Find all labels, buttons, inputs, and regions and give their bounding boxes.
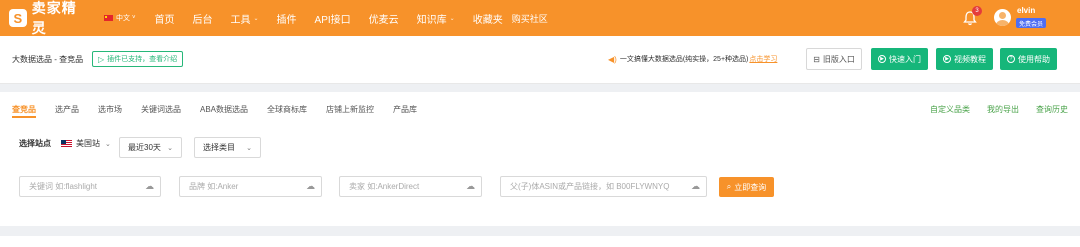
search-button-label: 立即查询: [734, 182, 767, 192]
china-flag-icon: [104, 15, 113, 21]
old-version-button[interactable]: ⊟ 旧版入口: [806, 48, 862, 70]
play-circle-icon: ▷: [98, 54, 105, 64]
search-icon: ⌕: [726, 182, 732, 191]
category-value: 选择类目: [203, 143, 235, 152]
chevron-down-icon: ⌄: [253, 15, 259, 22]
period-select[interactable]: 最近30天 ⌄: [119, 137, 182, 158]
search-panel: 查竞品 选产品 选市场 关键词选品 ABA数据选品 全球商标库 店铺上新监控 产…: [0, 92, 1080, 226]
nav-item-plugins[interactable]: 插件: [268, 11, 306, 26]
learn-link[interactable]: 点击学习: [749, 54, 777, 64]
play-icon: ▶: [943, 55, 951, 63]
plugin-support-link[interactable]: ▷ 插件已支持，查看介绍: [92, 51, 184, 67]
main-nav: 首页 后台 工具 ⌄ 插件 API接口 优麦云 知识库 ⌄ 收藏夹: [146, 11, 512, 26]
nav-item-youmaiyun[interactable]: 优麦云: [360, 11, 408, 26]
chevron-down-icon: ⌄: [105, 140, 111, 148]
tab-trademark-db[interactable]: 全球商标库: [267, 104, 307, 118]
tab-keyword-research[interactable]: 关键词选品: [141, 104, 181, 118]
seller-placeholder: 卖家 如:AnkerDirect: [349, 182, 420, 191]
speaker-icon: ◀): [608, 54, 617, 64]
plugin-support-label: 插件已支持，查看介绍: [107, 56, 178, 63]
play-icon: ▶: [878, 55, 886, 63]
breadcrumb: 大数据选品 - 查竞品: [12, 55, 84, 64]
nav-item-knowledge-base[interactable]: 知识库 ⌄: [408, 11, 464, 26]
results-panel: [0, 236, 1080, 247]
question-icon: ?: [1007, 55, 1015, 63]
query-history-link[interactable]: 查询历史: [1036, 104, 1068, 115]
tutorial-notice: ◀) 一文搞懂大数据选品(纯实操，25+种选品) 点击学习: [608, 54, 777, 64]
nav-item-favorites[interactable]: 收藏夹: [464, 11, 512, 26]
brand-input[interactable]: 品牌 如:Anker ☁: [179, 176, 322, 197]
asin-placeholder: 父(子)体ASIN或产品链接，如 B00FLYWNYQ: [510, 182, 670, 191]
brand-name: 卖家精灵: [31, 0, 77, 36]
filter-row: 选择站点: [19, 138, 51, 149]
chevron-down-icon: ˅: [132, 15, 136, 21]
logo-icon: S: [9, 9, 27, 27]
video-tutorial-label: 视频教程: [954, 54, 986, 64]
username[interactable]: elvin: [1017, 6, 1035, 15]
custom-category-link[interactable]: 自定义品类: [930, 104, 970, 115]
chevron-down-icon: ⌄: [449, 15, 455, 22]
cloud-upload-icon[interactable]: ☁: [691, 181, 701, 192]
help-button[interactable]: ? 使用帮助: [1000, 48, 1057, 70]
nav-item-home[interactable]: 首页: [146, 11, 184, 26]
cloud-upload-icon[interactable]: ☁: [306, 181, 316, 192]
us-flag-icon: [61, 140, 72, 147]
tab-aba-research[interactable]: ABA数据选品: [200, 104, 248, 118]
chevron-down-icon: ⌄: [167, 144, 173, 152]
membership-badge: 免费会员: [1016, 18, 1047, 28]
old-version-label: 旧版入口: [822, 54, 855, 64]
avatar[interactable]: [994, 9, 1011, 26]
buy-link[interactable]: 购买: [512, 12, 530, 25]
brand-placeholder: 品牌 如:Anker: [189, 182, 239, 191]
brand-logo[interactable]: S 卖家精灵: [9, 0, 91, 38]
language-switcher[interactable]: 中文 ˅: [104, 13, 136, 23]
language-label: 中文: [116, 15, 130, 22]
notification-count-badge: 3: [972, 6, 982, 16]
my-exports-link[interactable]: 我的导出: [987, 104, 1019, 115]
quick-start-label: 快速入门: [889, 54, 921, 64]
tab-product-db[interactable]: 产品库: [393, 104, 417, 118]
site-select[interactable]: 美国站 ⌄: [61, 138, 111, 149]
site-label: 选择站点: [19, 139, 51, 148]
seller-input[interactable]: 卖家 如:AnkerDirect ☁: [339, 176, 482, 197]
top-nav-bar: S 卖家精灵 中文 ˅ 首页 后台 工具 ⌄ 插件 API接口 优麦云 知识库 ⌄ …: [0, 0, 1080, 36]
tab-store-monitor[interactable]: 店铺上新监控: [326, 104, 374, 118]
cloud-upload-icon[interactable]: ☁: [466, 181, 476, 192]
keyword-placeholder: 关键词 如:flashlight: [29, 182, 98, 191]
tab-bar: 查竞品 选产品 选市场 关键词选品 ABA数据选品 全球商标库 店铺上新监控 产…: [12, 104, 436, 118]
page-header: 大数据选品 - 查竞品 ▷ 插件已支持，查看介绍 ◀) 一文搞懂大数据选品(纯实…: [0, 36, 1080, 84]
keyword-input[interactable]: 关键词 如:flashlight ☁: [19, 176, 161, 197]
tab-market-research[interactable]: 选市场: [98, 104, 122, 118]
community-link[interactable]: 社区: [530, 12, 548, 25]
window-icon: ⊟: [813, 54, 820, 64]
site-value: 美国站: [76, 139, 100, 148]
asin-input[interactable]: 父(子)体ASIN或产品链接，如 B00FLYWNYQ ☁: [500, 176, 707, 197]
cloud-upload-icon[interactable]: ☁: [145, 181, 155, 192]
notice-text: 一文搞懂大数据选品(纯实操，25+种选品): [619, 56, 749, 63]
nav-item-backend[interactable]: 后台: [184, 11, 222, 26]
tab-competitor-lookup[interactable]: 查竞品: [12, 104, 36, 118]
period-value: 最近30天: [128, 143, 161, 152]
chevron-down-icon: ⌄: [246, 144, 252, 152]
video-tutorial-button[interactable]: ▶ 视频教程: [936, 48, 993, 70]
tab-links: 自定义品类 我的导出 查询历史: [913, 104, 1068, 115]
tab-product-research[interactable]: 选产品: [55, 104, 79, 118]
nav-item-tools[interactable]: 工具 ⌄: [222, 11, 268, 26]
quick-start-button[interactable]: ▶ 快速入门: [871, 48, 928, 70]
category-select[interactable]: 选择类目 ⌄: [194, 137, 261, 158]
nav-item-api[interactable]: API接口: [306, 11, 360, 26]
help-label: 使用帮助: [1018, 54, 1050, 64]
search-button[interactable]: ⌕ 立即查询: [719, 177, 774, 197]
